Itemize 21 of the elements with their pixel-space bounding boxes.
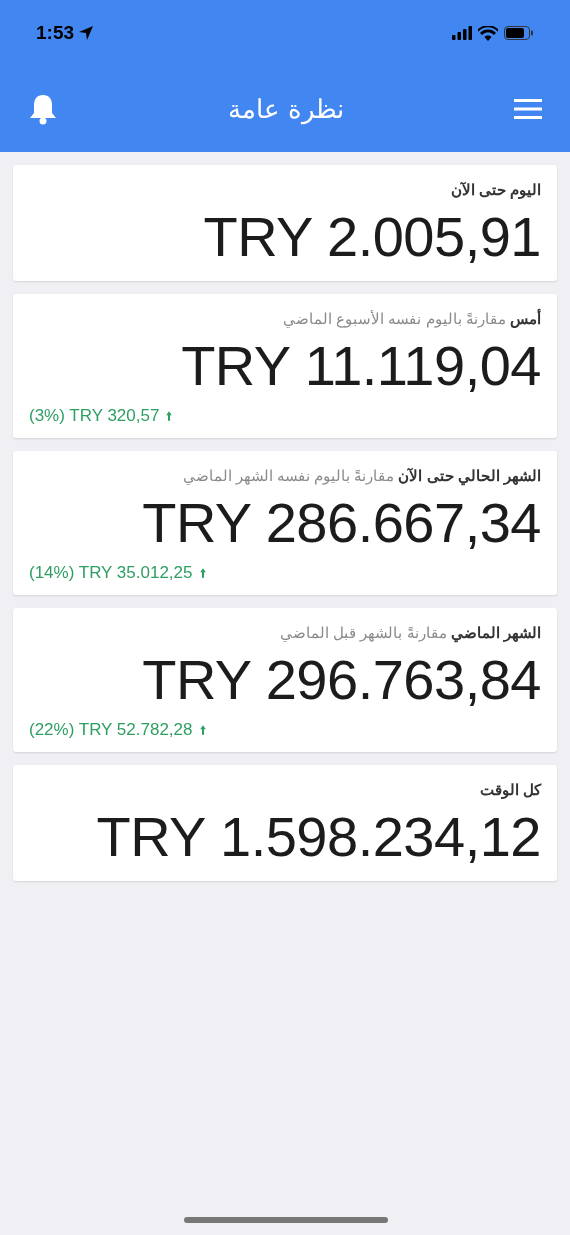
header-title: نظرة عامة <box>228 92 344 127</box>
change-amount: (14%) TRY 35.012,25 <box>29 562 193 585</box>
change-amount: (22%) TRY 52.782,28 <box>29 719 193 742</box>
card-label: كل الوقت <box>478 780 541 801</box>
menu-icon[interactable] <box>514 98 542 120</box>
card-value: TRY 11.119,04 <box>181 333 541 399</box>
card-value: TRY 1.598.234,12 <box>96 804 541 870</box>
card-label: الشهر الحالي حتى الآن مقارنةً باليوم نفسه الشهر الماضي <box>181 466 541 487</box>
location-icon <box>78 25 95 41</box>
battery-icon <box>504 26 534 40</box>
card-label: الشهر الماضي مقارنةً بالشهر قبل الماضي <box>279 623 541 644</box>
card-value: TRY 286.667,34 <box>142 490 541 556</box>
bell-icon[interactable] <box>28 93 58 125</box>
signal-icon <box>452 26 472 40</box>
wifi-icon <box>478 25 498 41</box>
card-label: اليوم حتى الآن <box>449 180 541 201</box>
status-time: 1:53 <box>36 20 75 45</box>
card-value: TRY 296.763,84 <box>142 647 541 713</box>
card-label: أمس مقارنةً باليوم نفسه الأسبوع الماضي <box>282 308 541 330</box>
card-value: TRY 2.005,91 <box>203 204 541 270</box>
change-amount: (3%) TRY 320,57 <box>29 405 160 428</box>
